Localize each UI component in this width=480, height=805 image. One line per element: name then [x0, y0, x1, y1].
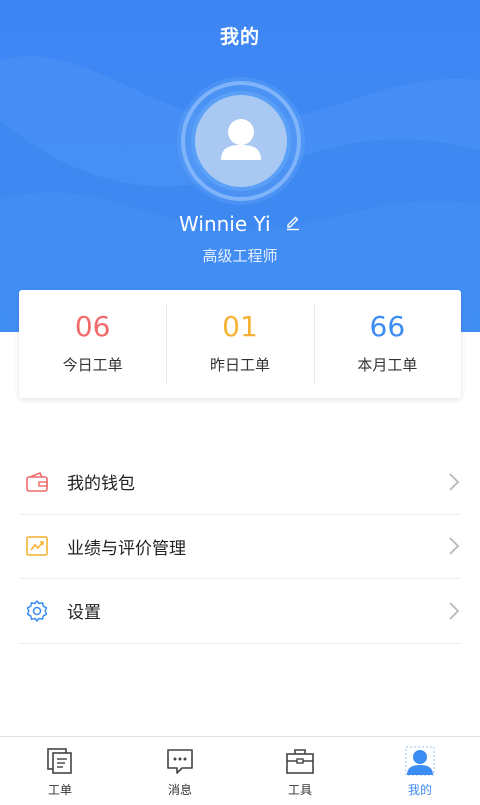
- user-name-row: Winnie Yi: [0, 212, 480, 236]
- stat-label: 昨日工单: [209, 356, 270, 374]
- message-icon: [164, 745, 196, 777]
- work-order-stats-card: 06 今日工单 01 昨日工单 66 本月工单: [19, 290, 461, 398]
- avatar[interactable]: [176, 76, 306, 206]
- page-title: 我的: [219, 26, 260, 48]
- profile-header: 我的 Winnie Yi 高级工程师: [0, 0, 480, 332]
- tab-messages[interactable]: 消息: [120, 737, 240, 805]
- stat-yesterday[interactable]: 01 昨日工单: [166, 290, 313, 398]
- gear-icon: [24, 598, 50, 624]
- chevron-right-icon: [447, 472, 461, 492]
- stat-this-month[interactable]: 66 本月工单: [313, 290, 461, 398]
- user-role: 高级工程师: [202, 247, 278, 265]
- menu-item-wallet[interactable]: 我的钱包: [19, 450, 461, 515]
- user-icon: [404, 745, 436, 777]
- chevron-right-icon: [447, 536, 461, 556]
- tab-tools[interactable]: 工具: [240, 737, 360, 805]
- tab-label: 工单: [47, 783, 72, 797]
- toolbox-icon: [284, 745, 316, 777]
- edit-icon[interactable]: [285, 212, 301, 236]
- menu-item-label: 我的钱包: [67, 474, 135, 495]
- tab-label: 消息: [167, 783, 192, 797]
- stat-label: 今日工单: [62, 356, 123, 374]
- bottom-tab-bar: 工单 消息 工具 我的: [0, 736, 480, 805]
- menu-item-label: 设置: [67, 603, 101, 624]
- chevron-right-icon: [447, 601, 461, 621]
- user-name: Winnie Yi: [179, 212, 271, 236]
- trend-chart-icon: [24, 533, 50, 559]
- menu-item-settings[interactable]: 设置: [19, 579, 461, 644]
- tab-mine[interactable]: 我的: [360, 737, 480, 805]
- tab-work-order[interactable]: 工单: [0, 737, 120, 805]
- stat-value: 06: [74, 310, 111, 343]
- stat-label: 本月工单: [357, 356, 418, 374]
- tab-label: 我的: [407, 783, 432, 797]
- tab-label: 工具: [287, 783, 312, 797]
- profile-menu: 我的钱包 业绩与评价管理 设置: [19, 450, 461, 644]
- stat-today[interactable]: 06 今日工单: [19, 290, 166, 398]
- stat-value: 01: [222, 310, 258, 343]
- wallet-icon: [24, 469, 50, 495]
- stat-value: 66: [369, 310, 406, 343]
- work-order-icon: [44, 745, 76, 777]
- menu-item-performance[interactable]: 业绩与评价管理: [19, 515, 461, 579]
- menu-item-label: 业绩与评价管理: [67, 538, 186, 559]
